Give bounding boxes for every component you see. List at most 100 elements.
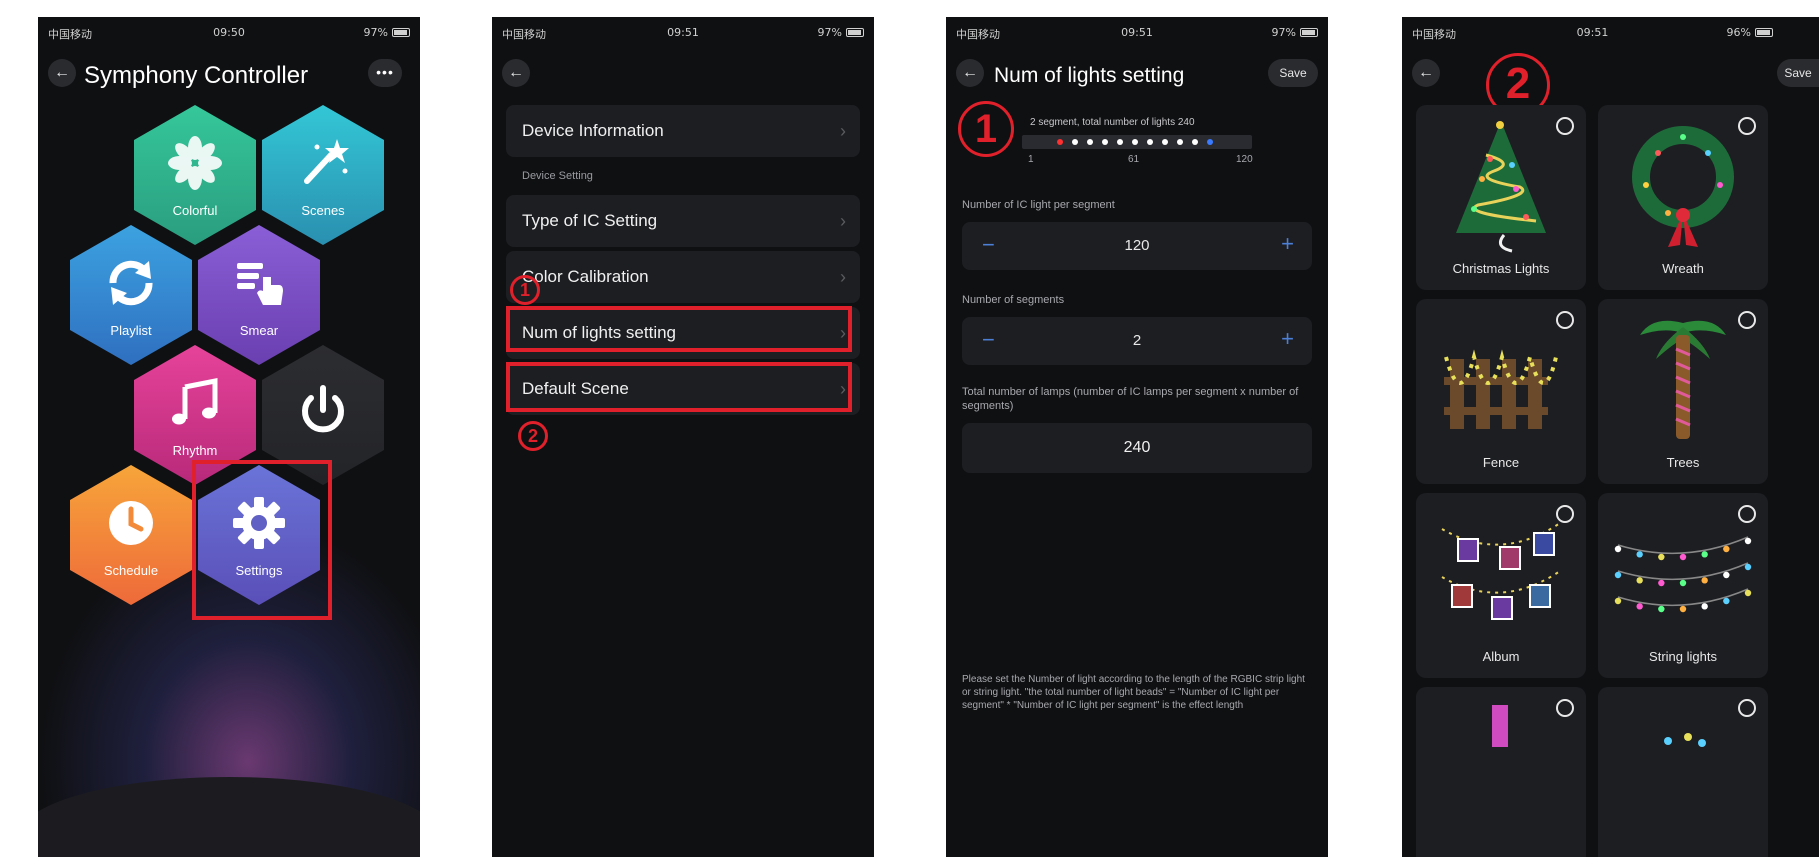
chevron-right-icon: › xyxy=(840,120,846,141)
strip-led xyxy=(1192,139,1198,145)
phone-default-scene: 中国移动 09:51 96% ← Save 2 Christmas Lights xyxy=(1402,17,1819,857)
tile-label: Playlist xyxy=(110,322,152,338)
scene-radio[interactable] xyxy=(1738,505,1756,523)
bulb xyxy=(1701,577,1708,584)
light-strip-preview xyxy=(1022,135,1252,149)
back-button[interactable]: ← xyxy=(956,59,984,87)
per-segment-value[interactable]: 120 xyxy=(962,237,1312,254)
scene-card-fence[interactable]: Fence xyxy=(1416,299,1586,484)
bulb xyxy=(1679,605,1687,613)
color-calibration-row[interactable]: Color Calibration › xyxy=(506,251,860,303)
scene-label: Wreath xyxy=(1662,261,1704,276)
scene-label: Album xyxy=(1482,649,1520,664)
row-label: Device Information xyxy=(522,121,664,140)
strip-led xyxy=(1057,139,1063,145)
segments-stepper: − 2 + xyxy=(962,317,1312,365)
phone-num-of-lights-setting: 中国移动 09:51 97% ← Num of lights setting S… xyxy=(946,17,1328,857)
tile-label: Scenes xyxy=(301,202,345,218)
scene-label: String lights xyxy=(1649,649,1717,664)
scene-radio[interactable] xyxy=(1738,117,1756,135)
scene-card-wreath[interactable]: Wreath xyxy=(1598,105,1768,290)
device-information-row[interactable]: Device Information › xyxy=(506,105,860,157)
scene-card-string-lights[interactable]: String lights xyxy=(1598,493,1768,678)
cycle-arrows-icon xyxy=(109,260,153,305)
bulb xyxy=(1658,553,1665,561)
tile-label: Colorful xyxy=(172,202,218,218)
increment-button[interactable]: + xyxy=(1281,328,1294,350)
bulb xyxy=(1614,545,1622,553)
save-button[interactable]: Save xyxy=(1777,59,1819,87)
scene-label: Trees xyxy=(1666,455,1700,470)
status-bar: 中国移动 09:51 96% xyxy=(1402,17,1819,47)
scene-card-trees[interactable]: Trees xyxy=(1598,299,1768,484)
battery-percent: 97% xyxy=(363,26,388,39)
bulb xyxy=(1723,571,1730,579)
phone-device-settings: 中国移动 09:51 97% ← Device Information › De… xyxy=(492,17,874,857)
back-button[interactable]: ← xyxy=(48,59,76,87)
bulb xyxy=(1614,597,1622,605)
bulb xyxy=(1701,551,1708,558)
bulb xyxy=(1658,579,1665,587)
bulb xyxy=(1701,603,1708,610)
back-button[interactable]: ← xyxy=(502,59,530,87)
status-bar: 中国移动 09:51 97% xyxy=(492,17,874,47)
scenes-tile[interactable]: Scenes xyxy=(262,105,384,245)
strip-led xyxy=(1102,139,1108,145)
annotation-number-1: 1 xyxy=(510,275,540,305)
strip-tick-end: 120 xyxy=(1236,154,1253,165)
scene-radio[interactable] xyxy=(1738,699,1756,717)
per-segment-stepper: − 120 + xyxy=(962,222,1312,270)
more-menu-button[interactable]: ••• xyxy=(368,59,402,87)
strip-led xyxy=(1117,139,1123,145)
status-icons: 96% xyxy=(1727,26,1773,39)
battery-icon xyxy=(392,28,410,37)
annotation-number-1: 1 xyxy=(958,101,1014,157)
bulb xyxy=(1679,553,1687,561)
bulb xyxy=(1744,537,1752,545)
scene-card-christmas-lights[interactable]: Christmas Lights xyxy=(1416,105,1586,290)
lamp-icon xyxy=(1492,705,1508,747)
annotation-number-2: 2 xyxy=(518,421,548,451)
type-of-ic-setting-row[interactable]: Type of IC Setting › xyxy=(506,195,860,247)
status-icons: 97% xyxy=(364,26,410,39)
colorful-tile[interactable]: Colorful xyxy=(134,105,256,245)
tile-label: Rhythm xyxy=(172,442,218,458)
battery-percent: 97% xyxy=(817,26,842,39)
scene-card-lights[interactable] xyxy=(1598,687,1768,857)
phone-symphony-controller: 中国移动 09:50 97% ← Symphony Controller •••… xyxy=(38,17,420,857)
status-icons: 97% xyxy=(1272,26,1318,39)
save-button[interactable]: Save xyxy=(1268,59,1318,87)
smear-hand-icon xyxy=(237,262,283,305)
bulb xyxy=(1614,571,1622,579)
strip-led xyxy=(1072,139,1078,145)
strip-led xyxy=(1132,139,1138,145)
scene-radio[interactable] xyxy=(1556,117,1574,135)
strip-tick-start: 1 xyxy=(1028,154,1034,165)
scene-radio[interactable] xyxy=(1738,311,1756,329)
section-label: Device Setting xyxy=(522,170,593,182)
lights-icon xyxy=(1664,733,1706,747)
smear-tile[interactable]: Smear xyxy=(198,225,320,365)
segments-value[interactable]: 2 xyxy=(962,332,1312,349)
scene-label: Fence xyxy=(1482,455,1520,470)
strip-led xyxy=(1162,139,1168,145)
battery-icon xyxy=(1300,28,1318,37)
strip-tick-middle: 61 xyxy=(1128,154,1140,165)
back-button[interactable]: ← xyxy=(1412,59,1440,87)
tile-label: Smear xyxy=(239,322,279,338)
scene-card-lamp[interactable] xyxy=(1416,687,1586,857)
bulb xyxy=(1723,545,1730,553)
strip-led xyxy=(1147,139,1153,145)
scene-card-album[interactable]: Album xyxy=(1416,493,1586,678)
scene-label: Christmas Lights xyxy=(1452,261,1550,276)
scene-radio[interactable] xyxy=(1556,699,1574,717)
scene-radio[interactable] xyxy=(1556,505,1574,523)
bulb xyxy=(1636,603,1643,610)
bulb xyxy=(1744,563,1752,571)
scene-radio[interactable] xyxy=(1556,311,1574,329)
increment-button[interactable]: + xyxy=(1281,233,1294,255)
playlist-tile[interactable]: Playlist xyxy=(70,225,192,365)
battery-percent: 96% xyxy=(1726,26,1751,39)
annotation-settings-highlight xyxy=(192,460,332,620)
strip-led xyxy=(1207,139,1213,145)
